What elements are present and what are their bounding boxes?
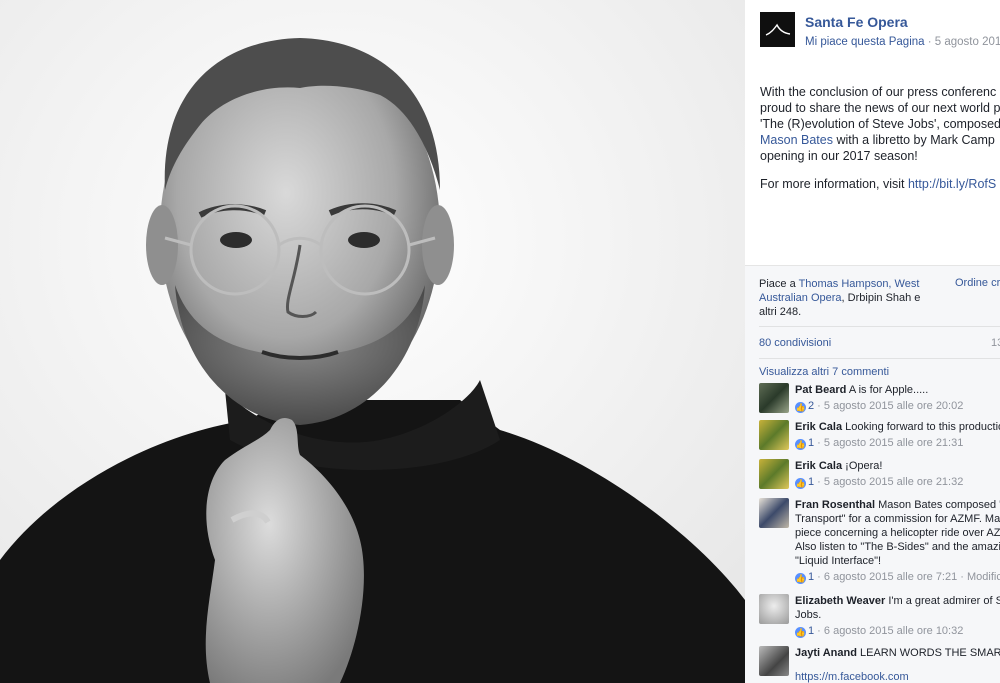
post-body-line: with a libretto by Mark Camp [832, 133, 995, 147]
like-reaction-icon: 👍 [795, 439, 806, 450]
comment-timestamp[interactable]: · 6 agosto 2015 alle ore 7:21 · Modific [814, 571, 1000, 583]
comment-text: A is for Apple..... [848, 384, 929, 396]
comment-order-link[interactable]: Ordine cr [955, 277, 1000, 289]
comment-author[interactable]: Elizabeth Weaver [795, 595, 885, 607]
santa-fe-opera-logo-icon [765, 23, 790, 36]
comment-text: ¡Opera! [845, 460, 883, 472]
info-prefix: For more information, visit [760, 177, 908, 191]
comment-timestamp[interactable]: · 5 agosto 2015 alle ore 20:02 [814, 400, 963, 412]
post-body-line: proud to share the news of our next worl… [760, 101, 1000, 115]
post-body-line: 'The (R)evolution of Steve Jobs', compos… [760, 117, 1000, 131]
info-link[interactable]: http://bit.ly/RofS [908, 177, 996, 191]
post-header: Santa Fe Opera Mi piace questa Pagina · … [760, 12, 1000, 52]
divider [759, 358, 1000, 359]
comment-text-line: Also listen to "The B-Sides" and the ama… [795, 541, 1000, 553]
post-meta: Mi piace questa Pagina · 5 agosto 2015 · [805, 36, 1000, 48]
avatar[interactable] [759, 498, 789, 528]
comment-author[interactable]: Jayti Anand [795, 647, 857, 659]
like-reaction-icon: 👍 [795, 573, 806, 584]
post-body-line: opening in our 2017 season! [760, 149, 918, 163]
post-body: With the conclusion of our press confere… [760, 84, 1000, 204]
comments-count: 13 [991, 337, 1000, 349]
page-name-link[interactable]: Santa Fe Opera [805, 14, 908, 30]
avatar[interactable] [759, 646, 789, 676]
comment-timestamp[interactable]: · 6 agosto 2015 alle ore 10:32 [814, 625, 963, 637]
comment-text: Mason Bates composed " [878, 499, 1000, 511]
comment-text-line: Jobs. [795, 609, 822, 621]
portrait-photo [0, 0, 745, 683]
post-side-panel: Santa Fe Opera Mi piace questa Pagina · … [745, 0, 1000, 683]
comment-text-line: Transport" for a commission for AZMF. Ma [795, 513, 1000, 525]
comment-timestamp[interactable]: · 5 agosto 2015 alle ore 21:32 [814, 476, 963, 488]
post-date[interactable]: · 5 agosto 2015 · [925, 36, 1000, 48]
comment-author[interactable]: Pat Beard [795, 384, 846, 396]
more-comments-link[interactable]: Visualizza altri 7 commenti [759, 366, 889, 378]
comment-timestamp[interactable]: · 5 agosto 2015 alle ore 21:31 [814, 437, 963, 449]
comment-author[interactable]: Fran Rosenthal [795, 499, 875, 511]
like-reaction-icon: 👍 [795, 478, 806, 489]
comment-text-line: "Liquid Interface"! [795, 555, 882, 567]
shares-link[interactable]: 80 condivisioni [759, 337, 831, 349]
post-photo[interactable] [0, 0, 745, 683]
avatar[interactable] [759, 383, 789, 413]
comment-link[interactable]: https://m.facebook.com [795, 671, 909, 683]
like-reaction-icon: 👍 [795, 627, 806, 638]
divider [759, 326, 1000, 327]
avatar[interactable] [759, 594, 789, 624]
avatar[interactable] [759, 459, 789, 489]
likes-summary: Piace a Thomas Hampson, West Australian … [759, 277, 929, 319]
likes-prefix: Piace a [759, 278, 799, 290]
comment-text: LEARN WORDS THE SMART [860, 647, 1000, 659]
comment-text: Looking forward to this productio [845, 421, 1000, 433]
comment-author[interactable]: Erik Cala [795, 460, 842, 472]
comment-text-line: piece concerning a helicopter ride over … [795, 527, 1000, 539]
comment-author[interactable]: Erik Cala [795, 421, 842, 433]
avatar[interactable] [759, 420, 789, 450]
like-reaction-icon: 👍 [795, 402, 806, 413]
post-body-line: With the conclusion of our press confere… [760, 85, 997, 99]
page-avatar[interactable] [760, 12, 795, 47]
mason-bates-link[interactable]: Mason Bates [760, 133, 833, 147]
feedback-section: Piace a Thomas Hampson, West Australian … [745, 265, 1000, 683]
comment-text: I'm a great admirer of S [888, 595, 1000, 607]
like-page-link[interactable]: Mi piace questa Pagina [805, 36, 925, 48]
